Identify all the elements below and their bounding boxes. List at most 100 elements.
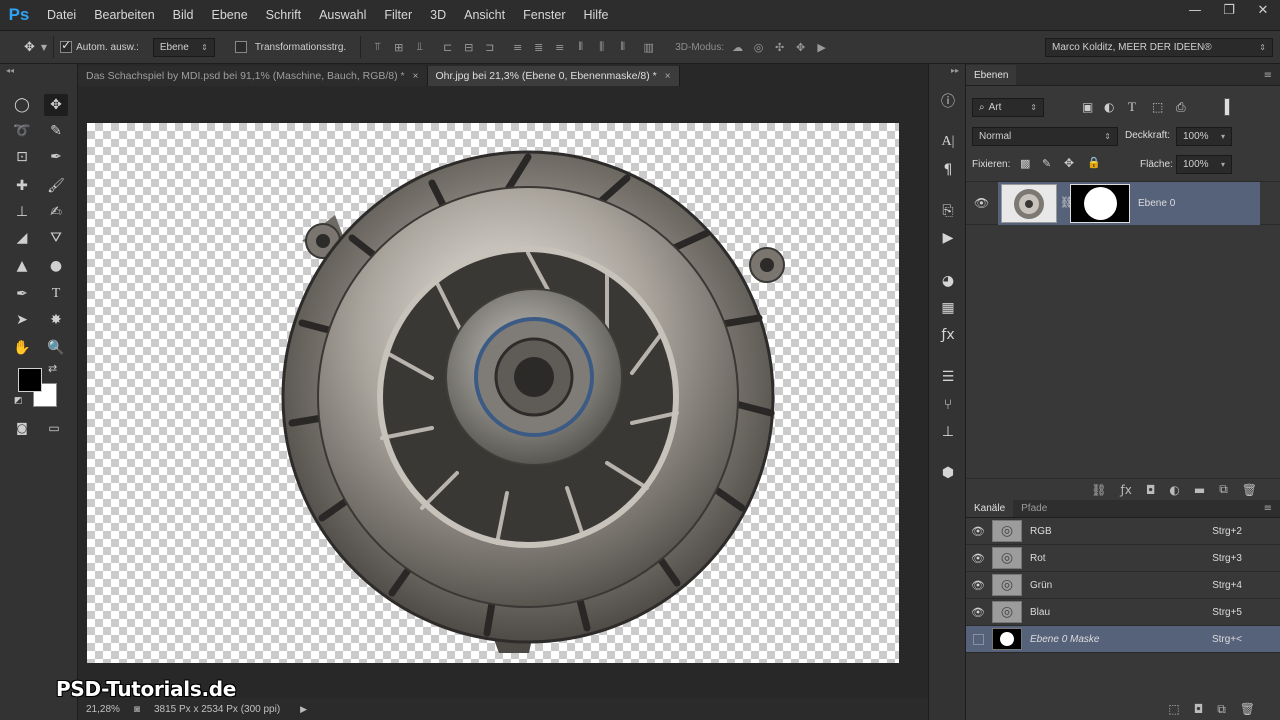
tab-pfade[interactable]: Pfade <box>1013 500 1055 517</box>
menu-schrift[interactable]: Schrift <box>257 8 310 22</box>
channel-row-rgb[interactable]: 👁 ◎ RGB Strg+2 <box>966 518 1280 545</box>
tab-ebenen[interactable]: Ebenen <box>966 65 1017 85</box>
align-left-icon[interactable]: ⊏ <box>440 40 455 54</box>
distribute-right-icon[interactable]: ⦀ <box>615 40 630 54</box>
add-mask-icon[interactable]: ◘ <box>1146 483 1156 497</box>
panel-menu-icon[interactable]: ≡ <box>1264 503 1272 514</box>
3d-slide-icon[interactable]: ✥ <box>793 40 808 54</box>
new-group-icon[interactable]: ▬ <box>1194 483 1205 497</box>
tab-ohr[interactable]: Ohr.jpg bei 21,3% (Ebene 0, Ebenenmaske/… <box>427 66 680 86</box>
menu-hilfe[interactable]: Hilfe <box>575 8 618 22</box>
align-bottom-icon[interactable]: ⫫ <box>412 40 427 54</box>
menu-3d[interactable]: 3D <box>421 8 455 22</box>
distribute-bottom-icon[interactable]: ≡ <box>552 40 567 54</box>
clone-stamp-tool-icon[interactable]: ⊥ <box>10 201 34 223</box>
move-tool-icon[interactable]: ✥ <box>44 94 68 116</box>
auto-select-option[interactable]: Autom. ausw.: <box>60 38 139 53</box>
screen-mode-icon[interactable]: ▭ <box>42 417 66 439</box>
lock-pixels-icon[interactable]: ✎ <box>1042 157 1051 170</box>
align-vcenter-icon[interactable]: ⊞ <box>391 40 406 54</box>
status-menu-arrow-icon[interactable]: ▶ <box>300 704 307 715</box>
grid-swatches-icon[interactable]: ▦ <box>935 297 961 319</box>
distribute-vcenter-icon[interactable]: ≣ <box>531 40 546 54</box>
menu-filter[interactable]: Filter <box>375 8 421 22</box>
clone-source-icon[interactable]: ⊥ <box>935 421 961 443</box>
collapse-toolbar-icon[interactable]: ◂◂ <box>6 66 14 75</box>
auto-align-icon[interactable]: ▥ <box>641 40 656 54</box>
channel-row-mask[interactable]: Ebene 0 Maske Strg+< <box>966 626 1280 653</box>
transform-controls-option[interactable]: Transformationsstrg. <box>234 41 346 53</box>
channel-row-blau[interactable]: 👁 ◎ Blau Strg+5 <box>966 599 1280 626</box>
3d-pan-icon[interactable]: ✣ <box>772 40 787 54</box>
filter-adjustment-icon[interactable]: ◐ <box>1104 100 1114 114</box>
crop-tool-icon[interactable]: ⊡ <box>10 146 34 168</box>
channel-visibility-box[interactable] <box>966 633 990 645</box>
dodge-tool-icon[interactable]: ● <box>44 255 68 277</box>
distribute-top-icon[interactable]: ≡ <box>510 40 525 54</box>
align-right-icon[interactable]: ⊐ <box>482 40 497 54</box>
channel-row-rot[interactable]: 👁 ◎ Rot Strg+3 <box>966 545 1280 572</box>
menu-auswahl[interactable]: Auswahl <box>310 8 375 22</box>
canvas[interactable] <box>87 123 899 663</box>
history-brush-tool-icon[interactable]: ✍ <box>44 201 68 223</box>
history-icon[interactable]: ⎘ <box>935 200 961 222</box>
character-icon[interactable]: A| <box>935 131 961 153</box>
menu-ansicht[interactable]: Ansicht <box>455 8 514 22</box>
channel-visibility-eye-icon[interactable]: 👁 <box>966 525 990 538</box>
default-colors-icon[interactable]: ◩ <box>14 396 23 406</box>
new-layer-icon[interactable]: ⧉ <box>1219 482 1228 497</box>
filter-type-icon[interactable]: T <box>1128 99 1136 115</box>
delete-layer-icon[interactable]: 🗑 <box>1242 483 1257 497</box>
3d-orbit-icon[interactable]: ☁ <box>730 40 745 54</box>
channel-row-gruen[interactable]: 👁 ◎ Grün Strg+4 <box>966 572 1280 599</box>
blend-mode-dropdown[interactable]: Normal ⇕ <box>972 127 1118 146</box>
auto-select-checkbox[interactable] <box>60 38 73 53</box>
foreground-color-swatch[interactable] <box>18 368 42 392</box>
close-icon[interactable]: × <box>665 71 671 82</box>
transform-checkbox[interactable] <box>234 41 247 53</box>
layer-style-fx-icon[interactable]: ƒx <box>1121 483 1132 497</box>
adjustment-layer-icon[interactable]: ◐ <box>1169 483 1179 497</box>
collapse-strip-icon[interactable]: ▸▸ <box>951 66 959 75</box>
layer-row-ebene-0[interactable]: 👁 ⛓ Ebene 0 <box>966 181 1280 225</box>
new-channel-icon[interactable]: ⧉ <box>1217 702 1226 717</box>
adjustments-icon[interactable]: ☰ <box>935 366 961 388</box>
styles-icon[interactable]: ƒx <box>935 324 961 346</box>
healing-brush-tool-icon[interactable]: ✚ <box>10 175 34 197</box>
filter-smart-object-icon[interactable]: ⎙ <box>1176 100 1186 115</box>
distribute-hcenter-icon[interactable]: ⫼ <box>594 40 609 54</box>
layer-filter-dropdown[interactable]: ⌕ Art ⇕ <box>972 98 1044 117</box>
status-info-icon[interactable]: ◙ <box>134 704 140 715</box>
3d-icon[interactable]: ⬢ <box>935 462 961 484</box>
actions-icon[interactable]: ▶ <box>935 227 961 249</box>
brush-tool-icon[interactable]: 🖌 <box>44 175 68 197</box>
minimize-button[interactable]: — <box>1178 0 1212 20</box>
opacity-field[interactable]: 100% ▾ <box>1176 127 1232 146</box>
quick-selection-tool-icon[interactable]: ✎ <box>44 120 68 142</box>
swap-colors-icon[interactable]: ⇄ <box>48 362 57 375</box>
menu-bearbeiten[interactable]: Bearbeiten <box>85 8 163 22</box>
3d-roll-icon[interactable]: ◎ <box>751 40 766 54</box>
ellipse-marquee-tool-icon[interactable]: ◯ <box>10 94 34 116</box>
workspace-dropdown[interactable]: Marco Kolditz, MEER DER IDEEN® ⇕ <box>1045 38 1273 57</box>
menu-bild[interactable]: Bild <box>164 8 203 22</box>
layer-mask-thumbnail[interactable] <box>1070 184 1130 223</box>
channel-visibility-eye-icon[interactable]: 👁 <box>966 552 990 565</box>
custom-shape-tool-icon[interactable]: ✸ <box>44 309 68 331</box>
menu-fenster[interactable]: Fenster <box>514 8 574 22</box>
align-top-icon[interactable]: ⫪ <box>370 40 385 54</box>
paint-bucket-tool-icon[interactable]: ⛛ <box>44 227 68 249</box>
align-hcenter-icon[interactable]: ⊟ <box>461 40 476 54</box>
link-layers-icon[interactable]: ⛓ <box>1091 483 1106 497</box>
menu-ebene[interactable]: Ebene <box>203 8 257 22</box>
load-selection-icon[interactable]: ⬚ <box>1168 702 1179 716</box>
close-window-button[interactable]: ✕ <box>1246 0 1280 20</box>
lock-all-icon[interactable]: 🔒 <box>1087 156 1101 169</box>
type-tool-icon[interactable]: T <box>44 283 68 305</box>
layer-visibility-eye-icon[interactable]: 👁 <box>974 196 989 210</box>
path-selection-tool-icon[interactable]: ➤ <box>10 309 34 331</box>
filter-toggle-icon[interactable] <box>1224 98 1230 116</box>
quick-mask-icon[interactable]: ◙ <box>10 417 34 439</box>
3d-scale-icon[interactable]: ▶ <box>814 40 829 54</box>
filter-pixel-icon[interactable]: ▣ <box>1082 100 1093 114</box>
